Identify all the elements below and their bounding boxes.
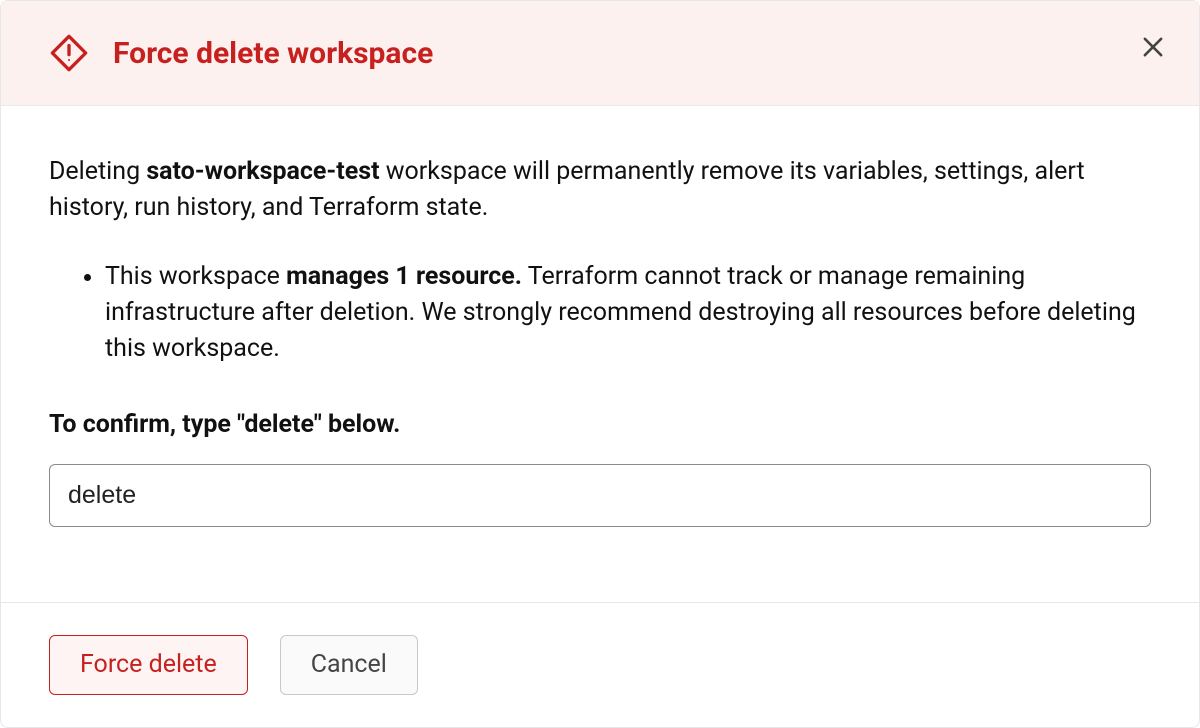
dialog-title: Force delete workspace [113,37,433,70]
dialog-header: Force delete workspace [1,1,1199,106]
close-icon [1139,33,1167,64]
dialog-footer: Force delete Cancel [1,602,1199,727]
warning-list: This workspace manages 1 resource. Terra… [49,259,1151,368]
workspace-name: sato-workspace-test [146,157,379,186]
force-delete-button[interactable]: Force delete [49,635,248,695]
close-button[interactable] [1135,29,1171,68]
confirm-label: To confirm, type "delete" below. [49,407,1151,443]
bullet-strong: manages 1 resource. [286,262,522,291]
intro-text: Deleting sato-workspace-test workspace w… [49,154,1151,227]
confirm-input[interactable] [49,464,1151,527]
bullet-prefix: This workspace [105,262,286,291]
force-delete-dialog: Force delete workspace Deleting sato-wor… [0,0,1200,728]
warning-item: This workspace manages 1 resource. Terra… [105,259,1151,368]
dialog-body: Deleting sato-workspace-test workspace w… [1,106,1199,602]
warning-diamond-icon [49,33,89,73]
cancel-button[interactable]: Cancel [280,635,418,695]
intro-prefix: Deleting [49,157,146,186]
